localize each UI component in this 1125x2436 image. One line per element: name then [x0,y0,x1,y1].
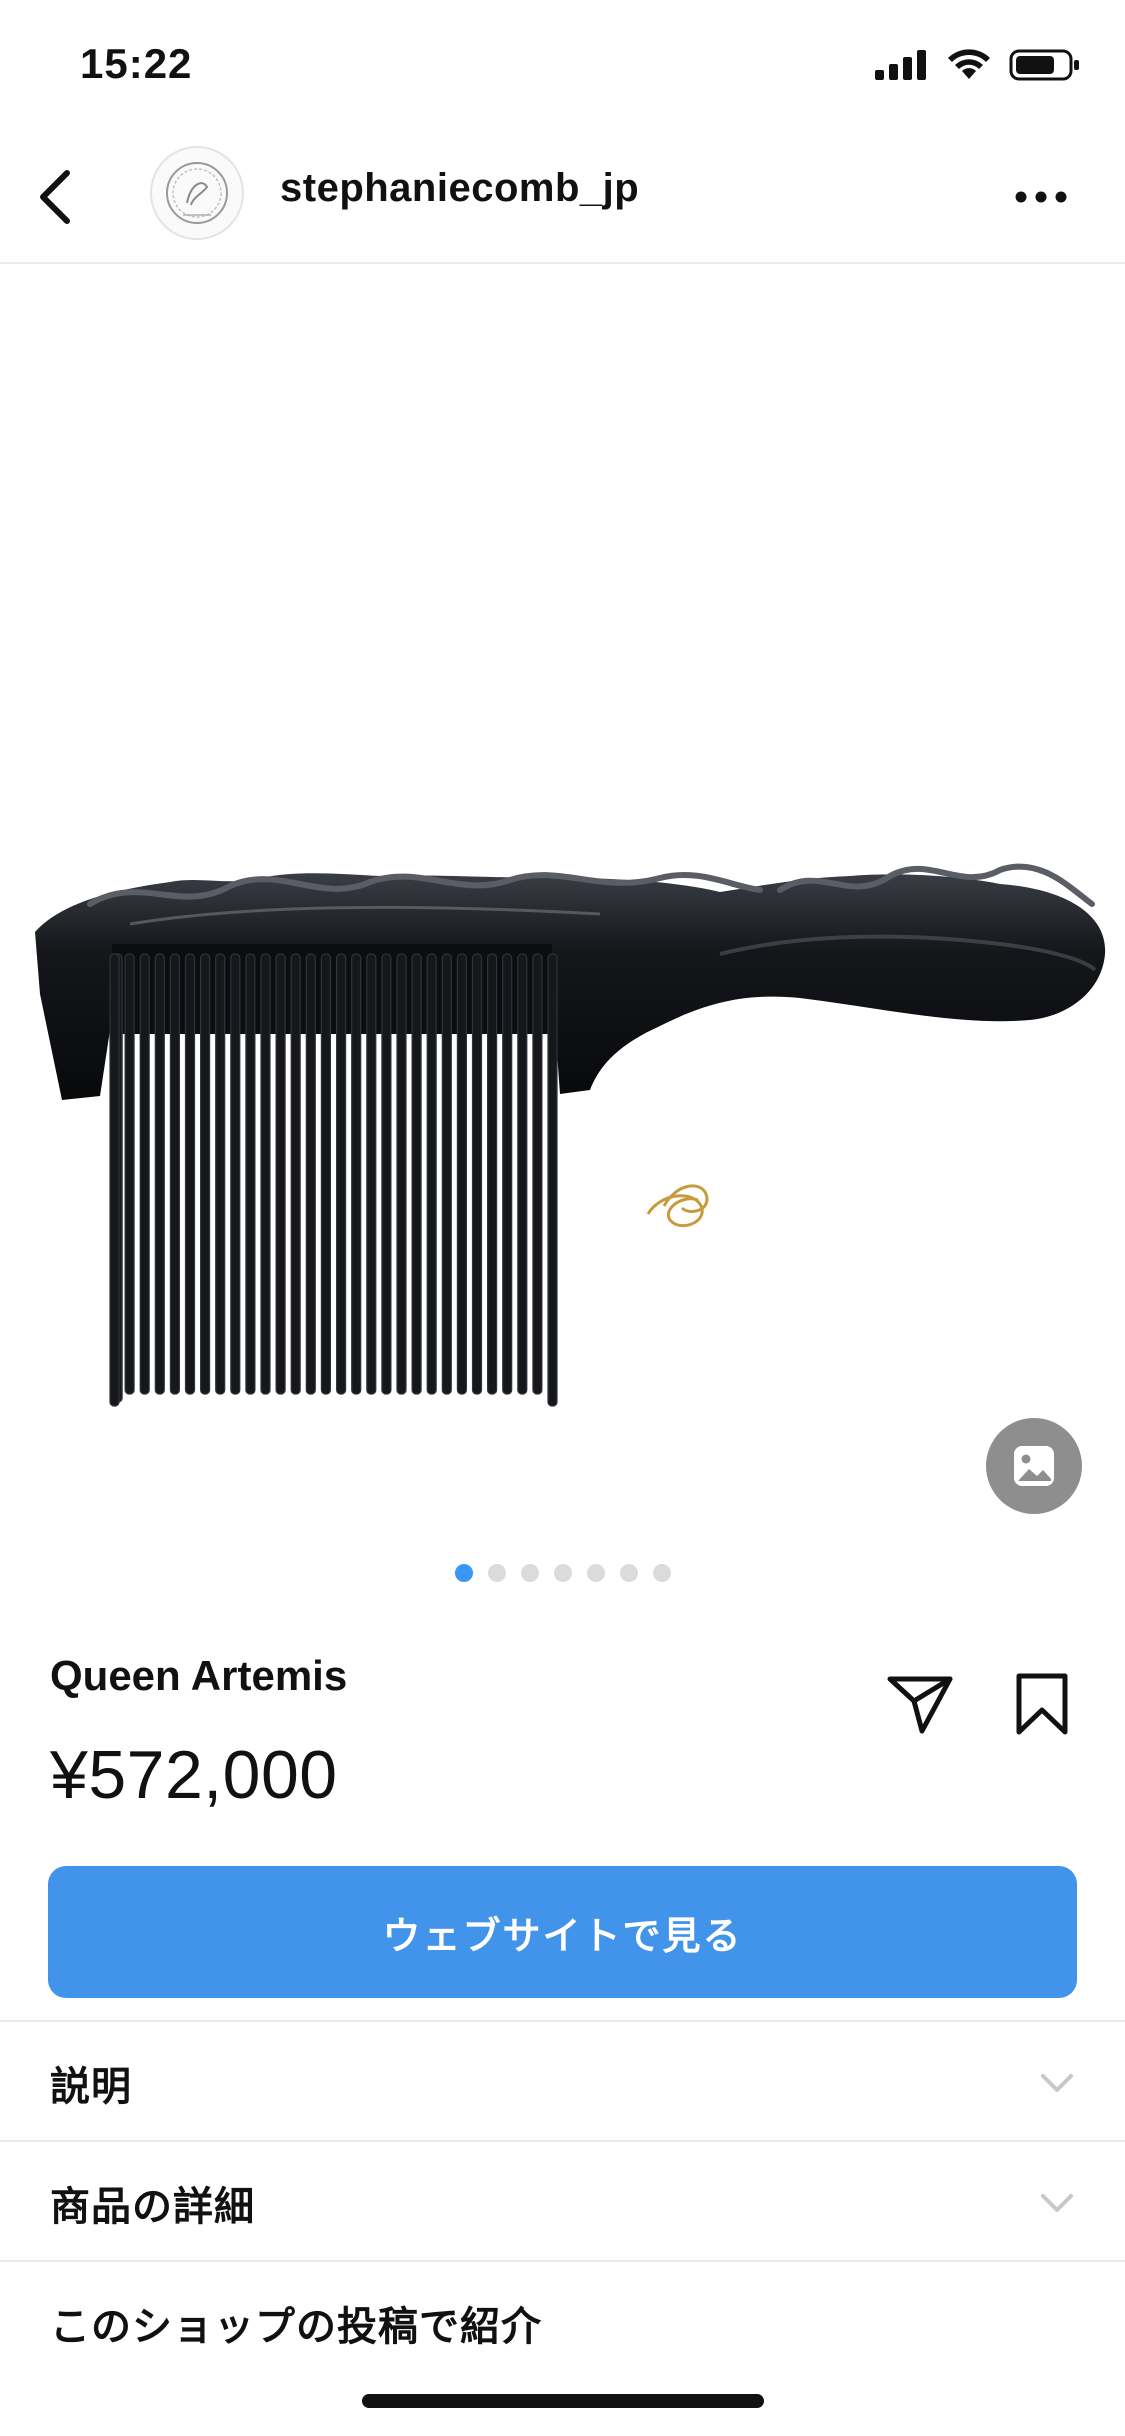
home-indicator [362,2394,764,2408]
comb-tooth [200,953,211,1395]
status-time: 15:22 [80,40,193,87]
section-label: 説明 [50,2065,132,2109]
comb-tooth [320,953,331,1395]
carousel-dot[interactable] [454,1564,473,1582]
chevron-down-icon [1041,2194,1073,2212]
section-label: 商品の詳細 [50,2185,255,2229]
comb-tooth [411,953,422,1395]
gallery-badge[interactable] [986,1418,1082,1514]
wifi-icon [948,49,990,79]
comb-tooth [336,953,347,1395]
comb-tooth [351,953,362,1395]
comb-tooth [381,953,392,1395]
comb-tooth [366,953,377,1395]
comb-tooth [154,953,165,1395]
more-horizontal-icon [1015,191,1067,203]
comb-tooth [502,953,513,1395]
status-bar: 15:22 [0,0,1125,132]
status-icons [875,48,1081,82]
avatar[interactable] [150,146,244,240]
product-name: Queen Artemis [50,1652,348,1699]
comb-tooth [532,953,543,1395]
username[interactable]: stephaniecomb_jp [280,166,639,211]
comb-tooth [456,953,467,1395]
comb-tooth [547,953,558,1407]
post-header: stephaniecomb_jp [0,132,1125,264]
comb-tooth [487,953,498,1395]
carousel-dot[interactable] [487,1564,506,1582]
carousel-dot[interactable] [652,1564,671,1582]
product-price: ¥572,000 [50,1737,338,1813]
section-featured-posts[interactable]: このショップの投稿で紹介 [0,2262,1125,2380]
view-website-button[interactable]: ウェブサイトで見る [48,1866,1077,1998]
chevron-down-icon [1041,2074,1073,2092]
comb-tooth [275,953,286,1395]
carousel-dot[interactable] [619,1564,638,1582]
section-label: このショップの投稿で紹介 [50,2305,542,2349]
send-icon [887,1676,953,1734]
comb-tooth [139,953,150,1395]
comb-tooth [245,953,256,1395]
comb-tooth [230,953,241,1395]
carousel-dot[interactable] [586,1564,605,1582]
section-description[interactable]: 説明 [0,2022,1125,2140]
cellular-signal-icon [875,50,926,80]
comb-tooth [441,953,452,1395]
chevron-left-icon [40,170,70,224]
carousel-dot[interactable] [520,1564,539,1582]
comb-tooth [305,953,316,1395]
comb-tooth [517,953,528,1395]
comb-tooth [124,953,135,1395]
comb-tooth [169,953,180,1395]
comb-tooth [396,953,407,1395]
product-image[interactable] [0,264,1125,1524]
save-button[interactable] [1002,1664,1082,1744]
comb-tooth [471,953,483,1395]
section-product-details[interactable]: 商品の詳細 [0,2142,1125,2260]
image-gallery-icon [1014,1446,1054,1486]
back-button[interactable] [20,162,90,232]
share-button[interactable] [880,1664,960,1744]
bookmark-icon [1016,1673,1068,1735]
comb-tooth [215,953,226,1395]
comb-tooth [184,953,196,1395]
comb-tooth [426,953,437,1395]
comb-tooth [109,953,120,1407]
comb-tooth [290,953,301,1395]
comb-tooth [260,953,271,1395]
more-options-button[interactable] [1001,172,1081,222]
carousel-dot[interactable] [553,1564,572,1582]
carousel-pagination [0,1564,1125,1584]
battery-icon [1009,49,1079,81]
comb-image [35,863,1106,1407]
brand-logo-icon [166,162,228,224]
